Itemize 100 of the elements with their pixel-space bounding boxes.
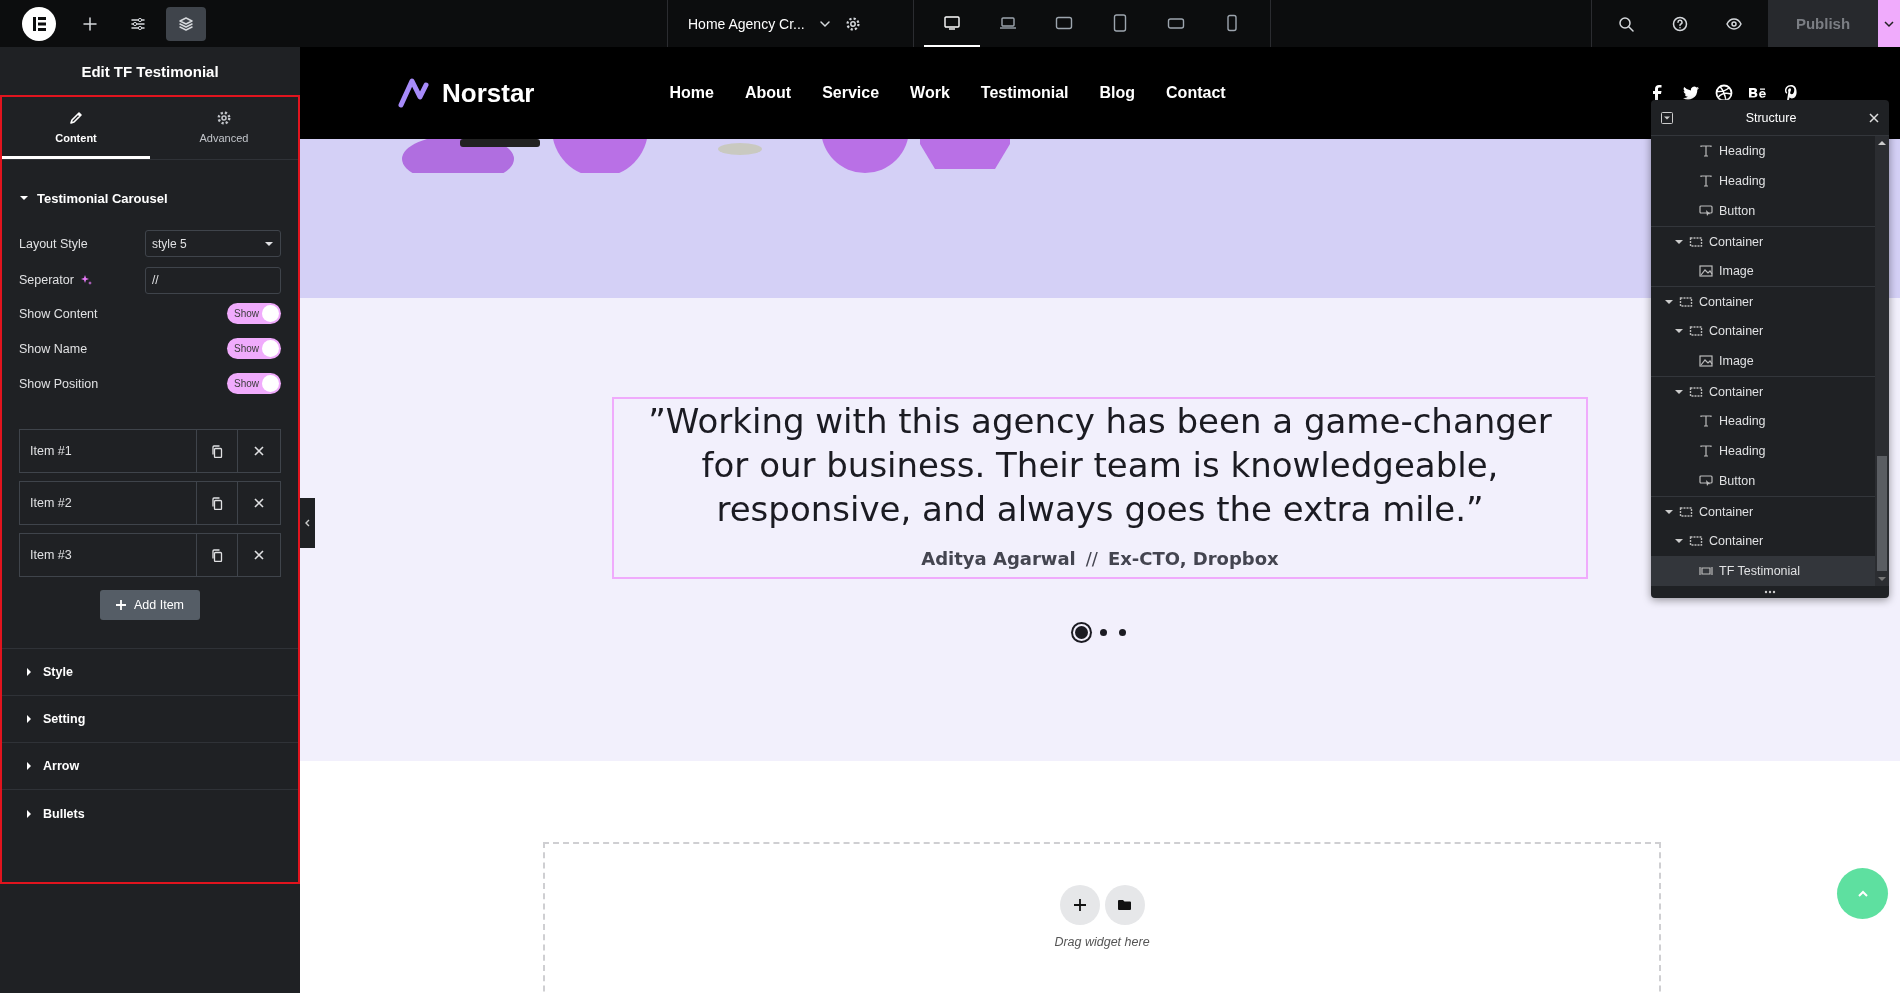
image-icon bbox=[1699, 264, 1713, 278]
close-icon[interactable] bbox=[1869, 112, 1879, 123]
sliders-icon bbox=[130, 15, 146, 32]
layout-style-select[interactable]: style 5 bbox=[145, 230, 281, 257]
section-header[interactable]: Arrow bbox=[2, 743, 298, 790]
plus-icon bbox=[82, 15, 98, 32]
structure-item[interactable]: Heading bbox=[1651, 406, 1875, 436]
elementor-logo-icon[interactable] bbox=[22, 6, 56, 41]
heading-icon bbox=[1699, 444, 1713, 458]
nav-link[interactable]: About bbox=[744, 84, 792, 102]
section-header[interactable]: Bullets bbox=[2, 790, 298, 837]
caret-down-icon bbox=[1665, 507, 1673, 516]
panel-title: Edit TF Testimonial bbox=[80, 61, 220, 82]
structure-item[interactable]: Heading bbox=[1651, 166, 1875, 196]
structure-item[interactable]: Container bbox=[1651, 376, 1875, 406]
structure-item[interactable]: Button bbox=[1651, 196, 1875, 226]
drop-hint: Drag widget here bbox=[1054, 935, 1150, 949]
structure-item[interactable]: Heading bbox=[1651, 136, 1875, 166]
structure-item[interactable]: Container bbox=[1651, 316, 1875, 346]
nav-link[interactable]: Blog bbox=[1099, 84, 1136, 102]
panel-tab[interactable]: Advanced bbox=[150, 97, 298, 159]
container-icon bbox=[1689, 324, 1703, 338]
structure-item[interactable]: Heading bbox=[1651, 436, 1875, 466]
pinterest-icon[interactable] bbox=[1782, 83, 1800, 103]
caret-down-icon bbox=[1675, 327, 1683, 335]
container-icon bbox=[1679, 504, 1693, 519]
section-header[interactable]: Setting bbox=[2, 696, 298, 743]
structure-title: Structure bbox=[1745, 110, 1797, 125]
copy-icon bbox=[210, 444, 224, 458]
panel-tab[interactable]: Content bbox=[2, 97, 150, 159]
caret-right-icon bbox=[24, 761, 34, 771]
document-title[interactable]: Home Agency Cr... bbox=[688, 15, 805, 32]
carousel-dot[interactable] bbox=[1074, 626, 1088, 639]
collapse-panel-button[interactable] bbox=[300, 498, 315, 548]
heading-icon bbox=[1699, 144, 1713, 158]
eye-icon[interactable] bbox=[1726, 15, 1742, 32]
separator-input[interactable]: // bbox=[145, 266, 281, 294]
nav-link[interactable]: Testimonial bbox=[980, 84, 1069, 102]
container-icon bbox=[1689, 384, 1703, 399]
nav-link[interactable]: Work bbox=[910, 84, 950, 102]
folder-icon bbox=[1118, 899, 1131, 911]
author-position: Ex-CTO, Dropbox bbox=[1107, 548, 1279, 569]
author-name: Aditya Agarwal bbox=[921, 548, 1076, 569]
behance-icon[interactable] bbox=[1748, 85, 1767, 101]
structure-item[interactable]: Button bbox=[1651, 466, 1875, 496]
caret-right-icon bbox=[24, 714, 34, 724]
copy-icon bbox=[210, 548, 224, 562]
pencil-icon bbox=[68, 109, 84, 126]
twitter-icon[interactable] bbox=[1682, 84, 1700, 102]
container-icon bbox=[1679, 294, 1693, 309]
scroll-down-icon[interactable] bbox=[1878, 576, 1886, 582]
add-section-button[interactable] bbox=[1059, 885, 1100, 925]
more-icon[interactable] bbox=[1764, 590, 1776, 594]
caret-down-icon bbox=[19, 193, 29, 203]
scrollbar-thumb[interactable] bbox=[1877, 456, 1887, 571]
testimonial-quote: ”Working with this agency has been a game-changer for our business. Their team is knowledgeable, responsive, and always goes the extra mile.” bbox=[647, 400, 1553, 531]
field-label: Show Name bbox=[19, 341, 88, 356]
layers-icon bbox=[178, 15, 194, 32]
structure-button[interactable] bbox=[166, 6, 206, 41]
collapse-icon[interactable] bbox=[1661, 111, 1673, 124]
nav-link[interactable]: Service bbox=[822, 84, 880, 102]
field-label: Show Position bbox=[19, 376, 99, 391]
heading-icon bbox=[1699, 174, 1713, 188]
tablet-icon bbox=[1111, 13, 1129, 32]
close-icon bbox=[253, 445, 265, 457]
settings-icon[interactable] bbox=[844, 15, 861, 32]
structure-item[interactable]: Container bbox=[1651, 496, 1875, 526]
help-icon[interactable] bbox=[1672, 15, 1688, 32]
toggle-switch[interactable]: Show bbox=[227, 303, 281, 324]
slider-widget-icon bbox=[1699, 564, 1713, 578]
gear-icon bbox=[216, 109, 232, 126]
chevron-left-icon bbox=[304, 519, 311, 527]
structure-item[interactable]: Image bbox=[1651, 256, 1875, 286]
dribbble-icon[interactable] bbox=[1715, 84, 1733, 102]
toggle-switch[interactable]: Show bbox=[227, 338, 281, 359]
section-header[interactable]: Testimonial Carousel bbox=[2, 173, 298, 223]
structure-item[interactable]: Container bbox=[1651, 526, 1875, 556]
toggle-switch[interactable]: Show bbox=[227, 373, 281, 394]
caret-down-icon bbox=[1675, 237, 1683, 246]
structure-item[interactable]: Container bbox=[1651, 286, 1875, 316]
carousel-dot[interactable] bbox=[1118, 629, 1126, 636]
nav-link[interactable]: Contact bbox=[1166, 84, 1226, 102]
carousel-dot[interactable] bbox=[1099, 629, 1107, 636]
search-icon[interactable] bbox=[1618, 15, 1634, 32]
field-label: Show Content bbox=[19, 306, 98, 321]
close-icon bbox=[253, 549, 265, 561]
structure-item[interactable]: Container bbox=[1651, 226, 1875, 256]
copy-icon bbox=[210, 496, 224, 510]
menu-tab[interactable] bbox=[1878, 0, 1900, 47]
template-library-button[interactable] bbox=[1104, 885, 1145, 925]
structure-item[interactable]: TF Testimonial bbox=[1651, 556, 1875, 586]
add-item-button[interactable]: Add Item bbox=[100, 590, 200, 620]
nav-link[interactable]: Home bbox=[669, 84, 714, 102]
section-header[interactable]: Style bbox=[2, 649, 298, 696]
structure-item[interactable]: Image bbox=[1651, 346, 1875, 376]
container-icon bbox=[1689, 534, 1703, 548]
button-icon bbox=[1699, 474, 1713, 488]
plus-icon bbox=[1073, 899, 1086, 911]
name-separator: // bbox=[1085, 548, 1098, 569]
publish-button[interactable]: Publish bbox=[1768, 0, 1878, 47]
